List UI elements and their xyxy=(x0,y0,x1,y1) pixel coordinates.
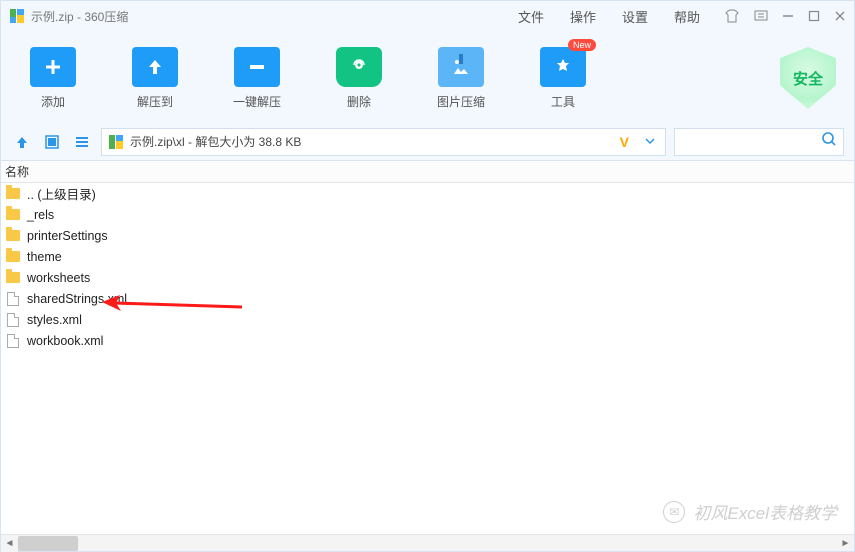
one-click-label: 一键解压 xyxy=(233,93,281,110)
tools-label: 工具 xyxy=(551,93,575,110)
file-row-styles[interactable]: styles.xml xyxy=(1,309,854,330)
delete-label: 删除 xyxy=(347,93,371,110)
tools-button[interactable]: New 工具 xyxy=(529,47,597,110)
maximize-icon[interactable] xyxy=(808,10,820,22)
file-icon xyxy=(5,292,21,306)
window-title: 示例.zip - 360压缩 xyxy=(31,8,128,25)
path-text: 示例.zip\xl - 解包大小为 38.8 KB xyxy=(130,133,608,150)
file-name: workbook.xml xyxy=(27,334,103,348)
tool-icon: New xyxy=(540,47,586,87)
file-row-parent[interactable]: .. (上级目录) xyxy=(1,183,854,204)
folder-icon xyxy=(5,187,21,201)
file-name: sharedStrings.xml xyxy=(27,292,127,306)
plus-icon xyxy=(30,47,76,87)
skin-icon[interactable] xyxy=(724,8,740,24)
trash-icon xyxy=(336,47,382,87)
menu-help[interactable]: 帮助 xyxy=(674,7,700,26)
add-button[interactable]: 添加 xyxy=(19,47,87,110)
toolbar: 添加 解压到 一键解压 删除 图片压缩 New 工具 安全 xyxy=(1,31,854,123)
nav-up-icon[interactable] xyxy=(11,131,33,153)
file-row-worksheets[interactable]: worksheets xyxy=(1,267,854,288)
column-name: 名称 xyxy=(5,163,29,180)
title-bar: 示例.zip - 360压缩 文件 操作 设置 帮助 xyxy=(1,1,854,31)
file-row-printersettings[interactable]: printerSettings xyxy=(1,225,854,246)
minimize-icon[interactable] xyxy=(782,10,794,22)
view-list-icon[interactable] xyxy=(71,131,93,153)
new-badge: New xyxy=(568,39,596,51)
file-icon xyxy=(5,313,21,327)
image-icon xyxy=(438,47,484,87)
file-row-sharedstrings[interactable]: sharedStrings.xml xyxy=(1,288,854,309)
path-bar: 示例.zip\xl - 解包大小为 38.8 KB V xyxy=(1,123,854,161)
extract-to-button[interactable]: 解压到 xyxy=(121,47,189,110)
close-icon[interactable] xyxy=(834,10,846,22)
scroll-left-icon[interactable]: ◄ xyxy=(1,535,18,552)
search-input[interactable] xyxy=(674,128,844,156)
file-row-rels[interactable]: _rels xyxy=(1,204,854,225)
one-click-extract-button[interactable]: 一键解压 xyxy=(223,47,291,110)
file-row-workbook[interactable]: workbook.xml xyxy=(1,330,854,351)
menu-file[interactable]: 文件 xyxy=(518,7,544,26)
file-row-theme[interactable]: theme xyxy=(1,246,854,267)
file-name: printerSettings xyxy=(27,229,108,243)
dropdown-icon[interactable] xyxy=(641,135,659,149)
file-name: theme xyxy=(27,250,62,264)
zip-file-icon xyxy=(108,134,124,150)
folder-icon xyxy=(5,271,21,285)
file-icon xyxy=(5,334,21,348)
file-list: .. (上级目录) _rels printerSettings theme wo… xyxy=(1,183,854,534)
folder-icon xyxy=(5,250,21,264)
column-header[interactable]: 名称 xyxy=(1,161,854,183)
folder-icon xyxy=(5,229,21,243)
image-compress-label: 图片压缩 xyxy=(437,93,485,110)
arrow-up-icon xyxy=(132,47,178,87)
scroll-right-icon[interactable]: ► xyxy=(837,535,854,552)
vip-icon[interactable]: V xyxy=(614,134,635,150)
dash-icon xyxy=(234,47,280,87)
image-compress-button[interactable]: 图片压缩 xyxy=(427,47,495,110)
search-icon[interactable] xyxy=(821,131,837,152)
window-controls xyxy=(724,8,846,24)
file-name: styles.xml xyxy=(27,313,82,327)
menu-settings[interactable]: 设置 xyxy=(622,7,648,26)
safe-badge: 安全 xyxy=(780,47,836,109)
folder-icon xyxy=(5,208,21,222)
app-icon xyxy=(9,8,25,24)
file-name: worksheets xyxy=(27,271,90,285)
menu-operation[interactable]: 操作 xyxy=(570,7,596,26)
horizontal-scrollbar[interactable]: ◄ ► xyxy=(1,534,854,551)
file-name: _rels xyxy=(27,208,54,222)
menu-bar: 文件 操作 设置 帮助 xyxy=(518,7,700,26)
view-details-icon[interactable] xyxy=(41,131,63,153)
scroll-thumb[interactable] xyxy=(18,536,78,551)
delete-button[interactable]: 删除 xyxy=(325,47,393,110)
add-label: 添加 xyxy=(41,93,65,110)
file-name: .. (上级目录) xyxy=(27,184,96,203)
path-input[interactable]: 示例.zip\xl - 解包大小为 38.8 KB V xyxy=(101,128,666,156)
feedback-icon[interactable] xyxy=(754,9,768,23)
extract-to-label: 解压到 xyxy=(137,93,173,110)
